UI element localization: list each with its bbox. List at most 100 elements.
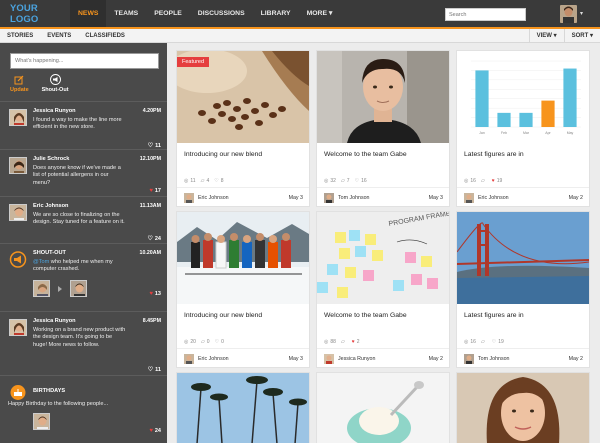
avatar	[9, 204, 27, 221]
megaphone-icon	[49, 74, 61, 85]
card-title[interactable]: Introducing our new blend	[184, 312, 262, 319]
featured-badge: Featured	[177, 57, 210, 67]
card-stats: ◎ 16 ▱ ♡ 19	[464, 339, 504, 345]
story-card[interactable]: Featured Introducing our new blend ◎ 11 ▱…	[176, 50, 310, 207]
story-card[interactable]	[176, 372, 310, 443]
mini-bar-chart: Jan Feb Mar Apr May	[471, 60, 581, 135]
view-dropdown[interactable]: VIEW ▾	[528, 29, 564, 43]
card-stats: ◎ 11 ▱ 4 ♡ 8	[184, 178, 223, 184]
sort-dropdown[interactable]: SORT ▾	[563, 29, 600, 43]
feed-item-birthdays[interactable]: BIRTHDAYS Happy Birthday to the followin…	[0, 375, 167, 443]
user-avatar[interactable]	[560, 5, 577, 23]
card-stats: ◎ 32 ▱ 7 ♡ 16	[324, 178, 367, 184]
feed-item[interactable]: Eric Johnson 11.13AM We are so close to …	[0, 196, 167, 243]
views-stat: ◎ 32	[324, 178, 336, 184]
status-input[interactable]	[10, 53, 159, 69]
heart-icon: ♥	[491, 178, 495, 184]
comment-icon: ▱	[480, 339, 485, 345]
logo[interactable]: YOUR LOGO	[10, 3, 66, 25]
avatar	[324, 354, 334, 364]
feed-item[interactable]: Jessica Runyon 4.20PM I found a way to m…	[0, 101, 167, 149]
feed-message: We are so close to finalizing on the des…	[33, 212, 125, 226]
chart-bar	[541, 100, 555, 127]
card-title[interactable]: Latest figures are in	[464, 312, 524, 319]
nav-item-people[interactable]: PEOPLE	[146, 0, 190, 27]
tab-events[interactable]: EVENTS	[40, 33, 78, 39]
nav-item-more[interactable]: MORE ▾	[299, 0, 341, 27]
comments-stat: ▱	[341, 339, 347, 345]
feed-item[interactable]: Julie Schrock 12.10PM Does anyone know i…	[0, 149, 167, 196]
megaphone-icon	[9, 251, 27, 268]
avatar	[9, 157, 27, 174]
feed-title: BIRTHDAYS	[33, 388, 66, 394]
eye-icon: ◎	[184, 178, 189, 184]
like-button[interactable]: ♥ 13	[149, 291, 161, 297]
card-author[interactable]: Eric Johnson	[198, 356, 229, 362]
update-button[interactable]: Update	[10, 74, 29, 93]
story-card[interactable]: Welcome to the team Gabe ◎ 32 ▱ 7 ♡ 16 Tom …	[316, 50, 450, 207]
avatar	[9, 319, 27, 336]
chart-tick-label: Jan	[479, 131, 485, 135]
tab-stories[interactable]: STORIES	[0, 33, 40, 39]
story-card[interactable]	[456, 372, 590, 443]
likes-stat: ♡ 19	[491, 339, 504, 345]
chart-bar	[497, 112, 511, 127]
card-title[interactable]: Welcome to the team Gabe	[324, 151, 407, 158]
card-author[interactable]: Tom Johnson	[338, 195, 370, 201]
comment-icon: ▱	[200, 339, 205, 345]
feed-item-shout-out[interactable]: SHOUT-OUT 10.20AM @Tom who helped me whe…	[0, 243, 167, 311]
feed-time: 10.20AM	[139, 250, 162, 256]
chart-tick-label: Feb	[501, 131, 507, 135]
nav-item-news[interactable]: NEWS	[70, 0, 107, 27]
card-date: May 2	[428, 356, 443, 362]
card-title[interactable]: Introducing our new blend	[184, 151, 262, 158]
like-button[interactable]: ♡ 11	[148, 366, 161, 373]
like-button[interactable]: ♥ 24	[149, 428, 161, 434]
chart-bar	[475, 70, 489, 127]
nav-item-discussions[interactable]: DISCUSSIONS	[190, 0, 253, 27]
story-card[interactable]: PROGRAM FRAMEW... Welcome to the team Ga…	[316, 211, 450, 368]
like-button[interactable]: ♡ 11	[148, 142, 161, 149]
nav-item-teams[interactable]: TEAMS	[106, 0, 146, 27]
eye-icon: ◎	[464, 339, 469, 345]
user-menu-chevron-icon[interactable]: ▾	[580, 10, 583, 17]
eye-icon: ◎	[324, 178, 329, 184]
comment-icon: ▱	[480, 178, 485, 184]
heart-icon: ♡	[214, 339, 220, 345]
feed-message: Does anyone know if we've made a list of…	[33, 165, 121, 186]
story-card[interactable]: Latest figures are in ◎ 16 ▱ ♡ 19 Tom John…	[456, 211, 590, 368]
shout-out-button[interactable]: Shout-Out	[42, 74, 69, 93]
comment-icon: ▱	[200, 178, 205, 184]
likes-stat: ♥ 2	[351, 339, 360, 345]
nav-item-library[interactable]: LIBRARY	[253, 0, 299, 27]
card-author[interactable]: Jessica Runyon	[338, 356, 375, 362]
heart-icon: ♥	[351, 339, 355, 345]
feed-message: Happy Birthday to the following people..…	[8, 401, 109, 407]
feed-author: Eric Johnson	[33, 203, 69, 209]
comments-stat: ▱ 7	[340, 178, 350, 184]
chart-tick-label: Mar	[523, 131, 530, 135]
like-button[interactable]: ♥ 17	[149, 188, 161, 194]
feed-author: Jessica Runyon	[33, 108, 76, 114]
views-stat: ◎ 11	[184, 178, 196, 184]
story-card[interactable]: Jan Feb Mar Apr May Latest figures are in ◎ 1…	[456, 50, 590, 207]
views-stat: ◎ 88	[324, 339, 336, 345]
card-title[interactable]: Welcome to the team Gabe	[324, 312, 407, 319]
card-author[interactable]: Eric Johnson	[198, 195, 229, 201]
feed-author: SHOUT-OUT	[33, 250, 66, 256]
bridge-image	[457, 212, 589, 304]
mention-link[interactable]: @Tom	[33, 259, 49, 265]
card-stats: ◎ 20 ▱ 0 ♡ 0	[184, 339, 224, 345]
story-card[interactable]	[316, 372, 450, 443]
story-card[interactable]: Introducing our new blend ◎ 20 ▱ 0 ♡ 0 Eric…	[176, 211, 310, 368]
card-author[interactable]: Eric Johnson	[478, 195, 509, 201]
feed-author: Jessica Runyon	[33, 318, 76, 324]
search-input[interactable]	[445, 8, 526, 21]
feed-item[interactable]: Jessica Runyon 8.45PM Working on a brand…	[0, 311, 167, 375]
card-author[interactable]: Tom Johnson	[478, 356, 510, 362]
card-date: May 3	[288, 356, 303, 362]
card-title[interactable]: Latest figures are in	[464, 151, 524, 158]
like-button[interactable]: ♡ 24	[147, 235, 161, 242]
tab-classifieds[interactable]: CLASSIFIEDS	[78, 33, 132, 39]
chart-tick-label: Apr	[545, 131, 551, 135]
